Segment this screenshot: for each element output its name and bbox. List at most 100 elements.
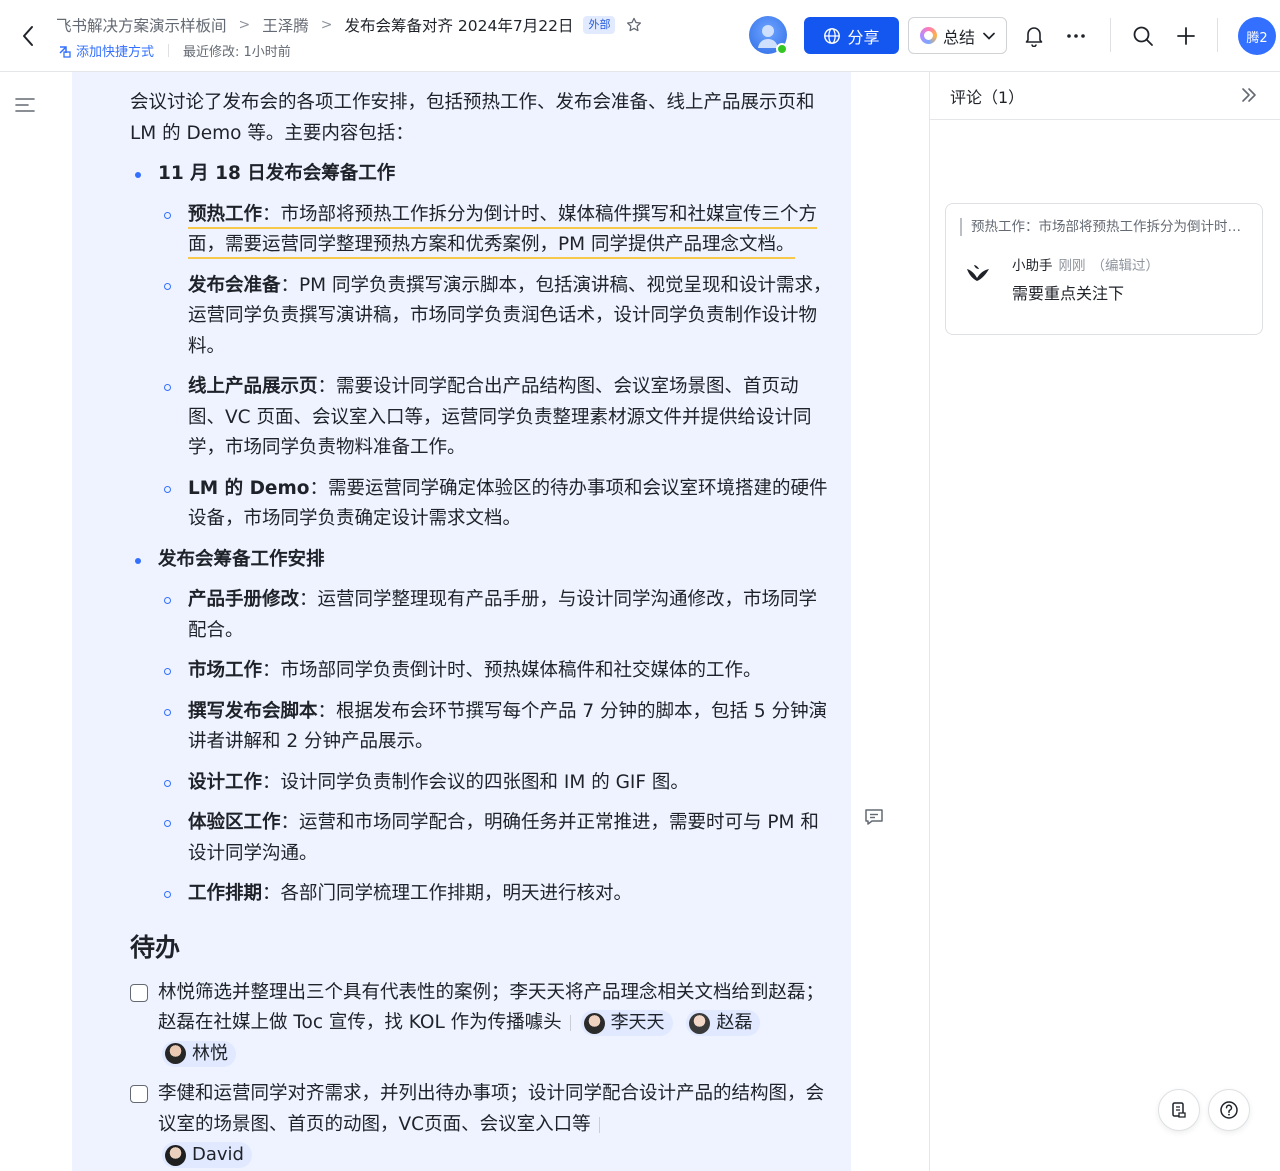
breadcrumb-item-workspace[interactable]: 飞书解决方案演示样板间 — [56, 14, 227, 36]
comment-card[interactable]: 预热工作：市场部将预热工作拆分为倒计时、媒体稿件撰写和社媒宣传三个方面，需要运营… — [945, 203, 1263, 335]
comment-quote: 预热工作：市场部将预热工作拆分为倒计时、媒体稿件撰写和社媒宣传三个方面，需要运营… — [960, 218, 1250, 236]
divider — [168, 44, 170, 57]
share-label: 分享 — [847, 27, 880, 47]
add-comment-button[interactable] — [864, 808, 886, 828]
item-text: ：市场部同学负责倒计时、预热媒体稿件和社交媒体的工作。 — [262, 660, 762, 681]
create-button[interactable] — [1172, 22, 1200, 50]
globe-icon — [824, 27, 841, 44]
my-avatar[interactable]: 腾2 — [1238, 17, 1276, 55]
summary-button[interactable]: 总结 — [908, 17, 1007, 54]
assistant-logo-icon — [967, 265, 989, 281]
list-item[interactable]: 设计工作：设计同学负责制作会议的四张图和 IM 的 GIF 图。 — [158, 768, 835, 799]
collapse-panel-button[interactable] — [1240, 86, 1258, 108]
item-label: 产品手册修改 — [188, 589, 300, 610]
add-shortcut-link[interactable]: 添加快捷方式 — [58, 41, 154, 60]
commented-highlight[interactable]: 预热工作：市场部将预热工作拆分为倒计时、媒体稿件撰写和社媒宣传三个方面，需要运营… — [188, 203, 818, 259]
comment-author[interactable]: 小助手 — [1012, 258, 1053, 274]
online-status-dot — [776, 43, 788, 55]
item-label: 设计工作 — [188, 771, 263, 793]
intro-paragraph[interactable]: 会议讨论了发布会的各项工作安排，包括预热工作、发布会准备、线上产品展示页和 LM… — [130, 88, 835, 149]
list-item[interactable]: 工作排期：各部门同学梳理工作排期，明天进行核对。 — [158, 879, 835, 910]
back-button[interactable] — [14, 22, 42, 50]
item-label: 线上产品展示页 — [188, 376, 318, 397]
document-content: 会议讨论了发布会的各项工作安排，包括预热工作、发布会准备、线上产品展示页和 LM… — [130, 88, 835, 1171]
item-text: ：运营和市场同学配合，明确任务并正常推进，需要时可与 PM 和设计同学沟通。 — [188, 812, 819, 864]
more-button[interactable] — [1062, 22, 1090, 50]
breadcrumb-item-owner[interactable]: 王泽腾 — [262, 14, 309, 36]
breadcrumb-separator-icon: > — [238, 17, 251, 33]
todo-heading: 待办 — [130, 932, 181, 962]
comments-panel: 评论（1） 预热工作：市场部将预热工作拆分为倒计时、媒体稿件撰写和社媒宣传三个方… — [929, 72, 1280, 1171]
list-item[interactable]: LM 的 Demo：需要运营同学确定体验区的待办事项和会议室环境搭建的硬件设备，… — [158, 474, 835, 535]
list-item[interactable]: 发布会准备：PM 同学负责撰写演示脚本，包括演讲稿、视觉呈现和设计需求，运营同学… — [158, 271, 835, 363]
shortcut-icon — [59, 45, 71, 58]
avatar — [583, 1012, 605, 1034]
comments-header: 评论（1） — [930, 72, 1280, 120]
todo-checkbox[interactable] — [130, 1085, 148, 1103]
assignee-mention[interactable]: David — [162, 1142, 252, 1168]
collaborator-avatar[interactable] — [749, 16, 788, 55]
avatar — [165, 1043, 186, 1064]
bell-icon — [1025, 27, 1043, 47]
item-label: 工作排期 — [188, 883, 263, 904]
item-label: LM 的 Demo — [188, 477, 310, 499]
assignee-name: 赵磊 — [716, 1012, 753, 1033]
double-chevron-right-icon — [1242, 88, 1256, 102]
item-label: 市场工作 — [188, 660, 263, 681]
list-item[interactable]: 预热工作：市场部将预热工作拆分为倒计时、媒体稿件撰写和社媒宣传三个方面，需要运营… — [158, 200, 835, 261]
star-icon[interactable] — [625, 16, 643, 34]
share-button[interactable]: 分享 — [804, 17, 899, 54]
comments-title: 评论（1） — [950, 87, 1025, 107]
avatar — [165, 1144, 186, 1166]
assignee-name: 林悦 — [192, 1042, 228, 1064]
assignee-name: David — [192, 1144, 244, 1165]
section-title: 发布会筹备工作安排 — [158, 548, 325, 570]
todo-checkbox[interactable] — [130, 983, 148, 1002]
help-button[interactable] — [1208, 1089, 1250, 1131]
doc-tools-button[interactable] — [1158, 1089, 1200, 1131]
chevron-left-icon — [23, 26, 33, 46]
divider — [1217, 18, 1218, 52]
item-text: ：PM 同学负责撰写演示脚本，包括演讲稿、视觉呈现和设计需求，运营同学负责撰写演… — [188, 274, 832, 357]
comment-body: 需要重点关注下 — [1012, 284, 1125, 303]
todo-text[interactable]: 李健和运营同学对齐需求，并列出待办事项；设计同学配合设计产品的结构图，会议室的场… — [158, 1083, 824, 1135]
item-label: 预热工作 — [188, 203, 263, 225]
page-title[interactable]: 发布会筹备对齐 2024年7月22日 — [345, 14, 574, 36]
breadcrumb: 飞书解决方案演示样板间 > 王泽腾 > 发布会筹备对齐 2024年7月22日 外… — [56, 14, 643, 36]
item-label: 发布会准备 — [188, 274, 281, 296]
intro-text: 会议讨论了发布会的各项工作安排，包括预热工作、发布会准备、线上产品展示页和 LM… — [130, 92, 815, 144]
list-item[interactable]: 发布会筹备工作安排 产品手册修改：运营同学整理现有产品手册，与设计同学沟通修改，… — [130, 545, 835, 910]
top-bar: 飞书解决方案演示样板间 > 王泽腾 > 发布会筹备对齐 2024年7月22日 外… — [0, 0, 1280, 72]
more-icon — [1067, 34, 1085, 38]
search-icon — [1133, 26, 1153, 46]
summary-list: 11 月 18 日发布会筹备工作 预热工作：市场部将预热工作拆分为倒计时、媒体稿… — [130, 159, 835, 910]
assignee-mention[interactable]: 李天天 — [580, 1010, 673, 1036]
comment-edited: （编辑过） — [1091, 258, 1160, 274]
avatar — [962, 256, 994, 288]
list-item[interactable]: 产品手册修改：运营同学整理现有产品手册，与设计同学沟通修改，市场同学配合。 — [158, 585, 835, 646]
item-text: ：市场部将预热工作拆分为倒计时、媒体稿件撰写和社媒宣传三个方面，需要运营同学整理… — [188, 203, 818, 256]
item-text: ：各部门同学梳理工作排期，明天进行核对。 — [262, 883, 633, 904]
list-item[interactable]: 市场工作：市场部同学负责倒计时、预热媒体稿件和社交媒体的工作。 — [158, 656, 835, 687]
list-item[interactable]: 体验区工作：运营和市场同学配合，明确任务并正常推进，需要时可与 PM 和设计同学… — [158, 808, 835, 869]
section-title: 11 月 18 日发布会筹备工作 — [158, 163, 396, 184]
assignee-mention[interactable]: 赵磊 — [686, 1010, 761, 1036]
sub-list: 预热工作：市场部将预热工作拆分为倒计时、媒体稿件撰写和社媒宣传三个方面，需要运营… — [158, 200, 835, 535]
breadcrumb-separator-icon: > — [320, 17, 333, 33]
assignee-mention[interactable]: 林悦 — [162, 1040, 236, 1067]
item-label: 体验区工作 — [188, 812, 281, 833]
plus-icon — [1177, 27, 1195, 45]
search-button[interactable] — [1129, 22, 1157, 50]
notification-button[interactable] — [1020, 22, 1048, 50]
list-item[interactable]: 撰写发布会脚本：根据发布会环节撰写每个产品 7 分钟的脚本，包括 5 分钟演讲者… — [158, 697, 835, 758]
comment-meta: 小助手 刚刚 （编辑过） — [1012, 254, 1159, 274]
item-text: ：设计同学负责制作会议的四张图和 IM 的 GIF 图。 — [262, 771, 689, 793]
todo-item: 林悦筛选并整理出三个具有代表性的案例；李天天将产品理念相关文档给到赵磊；赵磊在社… — [130, 978, 835, 1070]
outline-icon — [15, 98, 35, 112]
avatar — [689, 1012, 711, 1034]
list-item[interactable]: 线上产品展示页：需要设计同学配合出产品结构图、会议室场景图、首页动图、VC 页面… — [158, 372, 835, 464]
outline-toggle-button[interactable] — [14, 96, 38, 120]
divider — [598, 1116, 600, 1133]
external-badge: 外部 — [583, 16, 616, 34]
list-item[interactable]: 11 月 18 日发布会筹备工作 预热工作：市场部将预热工作拆分为倒计时、媒体稿… — [130, 159, 835, 535]
